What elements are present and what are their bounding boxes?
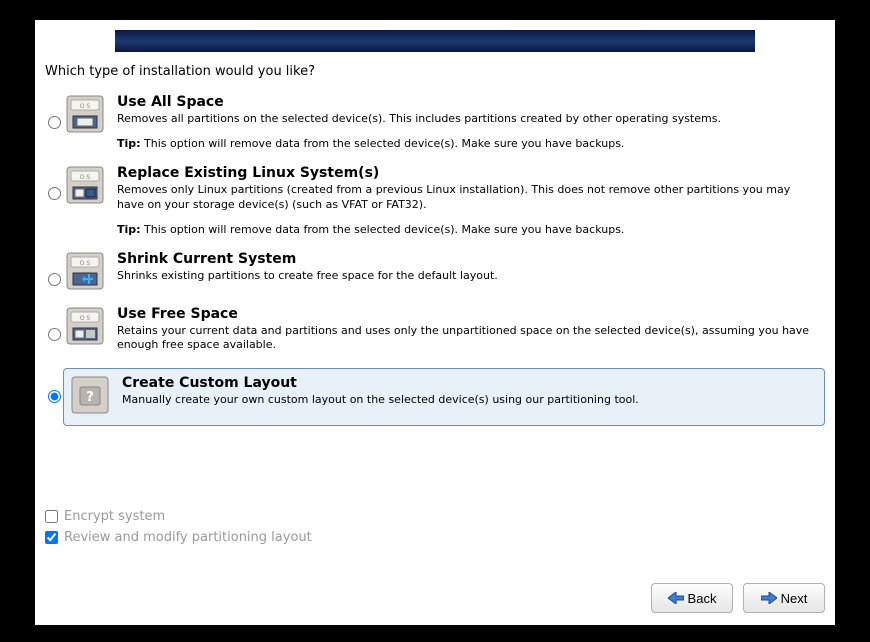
encrypt-system-checkbox[interactable]: Encrypt system [45,509,312,524]
installation-options: O S Use All Space Removes all partitions… [45,91,825,438]
radio-use-all-space[interactable] [48,116,61,129]
option-replace-existing[interactable]: O S Replace Existing Linux System(s) Rem… [45,162,825,248]
option-title: Replace Existing Linux System(s) [117,165,819,181]
back-button-label: Back [688,591,717,606]
options-checkboxes: Encrypt system Review and modify partiti… [45,509,312,551]
disk-icon: O S [65,165,105,205]
svg-text:?: ? [86,390,94,405]
option-shrink-current[interactable]: O S Shrink Current System Shrinks existi… [45,248,825,303]
option-desc: Retains your current data and partitions… [117,324,819,354]
option-desc: Shrinks existing partitions to create fr… [117,269,819,284]
option-tip: Tip: This option will remove data from t… [117,223,819,236]
question-disk-icon: ? [70,375,110,415]
review-checkbox-input[interactable] [45,531,58,544]
next-button[interactable]: Next [743,583,825,613]
back-button[interactable]: Back [651,583,733,613]
option-tip: Tip: This option will remove data from t… [117,137,819,150]
radio-shrink-current[interactable] [48,273,61,286]
option-title: Use All Space [117,94,819,110]
svg-text:O S: O S [80,260,91,267]
option-use-all-space[interactable]: O S Use All Space Removes all partitions… [45,91,825,162]
content-area: Which type of installation would you lik… [35,52,835,571]
svg-text:O S: O S [80,174,91,181]
question-text: Which type of installation would you lik… [45,64,825,79]
radio-replace-existing[interactable] [48,187,61,200]
svg-text:O S: O S [80,103,91,110]
svg-text:O S: O S [80,315,91,322]
option-title: Use Free Space [117,306,819,322]
installer-dialog: Which type of installation would you lik… [35,20,835,625]
option-desc: Removes only Linux partitions (created f… [117,183,819,213]
arrow-left-icon [668,592,684,604]
review-label: Review and modify partitioning layout [64,530,312,545]
banner-image [115,30,755,52]
dialog-footer: Back Next [35,571,835,625]
option-title: Shrink Current System [117,251,819,267]
option-desc: Removes all partitions on the selected d… [117,112,819,127]
encrypt-checkbox-input[interactable] [45,510,58,523]
option-desc: Manually create your own custom layout o… [122,393,818,408]
encrypt-label: Encrypt system [64,509,165,524]
option-use-free-space[interactable]: O S Use Free Space Retains your current … [45,303,825,366]
radio-use-free-space[interactable] [48,328,61,341]
radio-create-custom[interactable] [48,390,61,403]
disk-icon: O S [65,94,105,134]
option-title: Create Custom Layout [122,375,818,391]
next-button-label: Next [781,591,808,606]
option-create-custom[interactable]: ? Create Custom Layout Manually create y… [45,365,825,438]
disk-icon: O S [65,251,105,291]
disk-icon: O S [65,306,105,346]
arrow-right-icon [761,592,777,604]
review-layout-checkbox[interactable]: Review and modify partitioning layout [45,530,312,545]
